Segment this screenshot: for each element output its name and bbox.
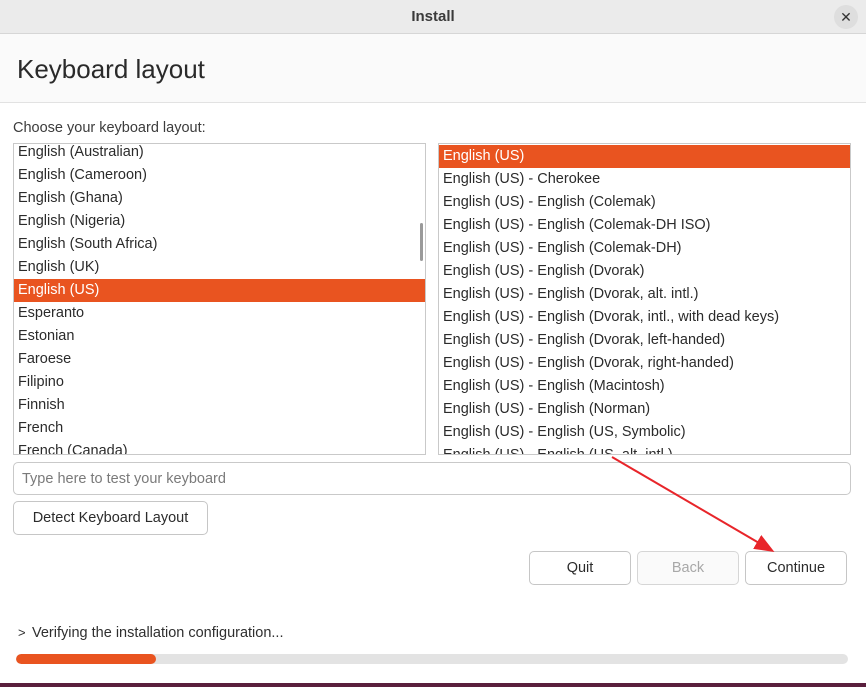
layout-list-item[interactable]: English (Cameroon) <box>14 164 425 187</box>
layout-list-item[interactable]: English (Ghana) <box>14 187 425 210</box>
page-title: Keyboard layout <box>17 54 205 84</box>
window-title: Install <box>411 8 455 25</box>
variant-list-item[interactable]: English (US) - English (Colemak-DH) <box>439 237 850 260</box>
status-text: Verifying the installation configuration… <box>32 625 284 641</box>
layout-list-item[interactable]: English (US) <box>14 279 425 302</box>
variant-list-item[interactable]: English (US) - English (Dvorak, left-han… <box>439 329 850 352</box>
quit-button[interactable]: Quit <box>529 551 631 585</box>
expand-chevron-icon[interactable]: > <box>18 625 32 640</box>
install-status[interactable]: > Verifying the installation configuratio… <box>18 625 283 641</box>
variant-list-item[interactable]: English (US) - English (US, alt. intl.) <box>439 444 850 454</box>
variant-list-item[interactable]: English (US) <box>439 145 850 168</box>
desktop-edge-strip <box>0 683 866 687</box>
variant-list-item[interactable]: English (US) - English (Macintosh) <box>439 375 850 398</box>
continue-button[interactable]: Continue <box>745 551 847 585</box>
page-header: Keyboard layout <box>0 34 866 103</box>
install-progress-fill <box>16 654 156 664</box>
layout-list-item[interactable]: Finnish <box>14 394 425 417</box>
layout-list-item[interactable]: English (South Africa) <box>14 233 425 256</box>
variant-list-item[interactable]: English (US) - English (Colemak) <box>439 191 850 214</box>
layout-list-item[interactable]: Filipino <box>14 371 425 394</box>
window-titlebar: Install ✕ <box>0 0 866 34</box>
layout-list-item[interactable]: English (Australian) <box>14 144 425 164</box>
variant-list-item[interactable]: English (US) - English (US, Symbolic) <box>439 421 850 444</box>
variant-list-item[interactable]: English (US) - English (Colemak-DH ISO) <box>439 214 850 237</box>
layout-list-scrollbar[interactable] <box>420 223 423 261</box>
layout-list-item[interactable]: English (UK) <box>14 256 425 279</box>
keyboard-variant-list[interactable]: English (US) English (US) - Cherokee Engli… <box>438 143 851 455</box>
variant-list-item[interactable]: English (US) - English (Norman) <box>439 398 850 421</box>
keyboard-test-input[interactable] <box>13 462 851 495</box>
variant-list-item[interactable]: English (US) - English (Dvorak, alt. int… <box>439 283 850 306</box>
layout-list-item[interactable]: Faroese <box>14 348 425 371</box>
layout-list-item[interactable]: Esperanto <box>14 302 425 325</box>
layout-list-item[interactable]: English (Nigeria) <box>14 210 425 233</box>
variant-list-item[interactable]: English (US) - English (Dvorak, right-ha… <box>439 352 850 375</box>
close-icon[interactable]: ✕ <box>834 5 858 29</box>
layout-list-item[interactable]: Estonian <box>14 325 425 348</box>
layout-list-item[interactable]: French <box>14 417 425 440</box>
keyboard-layout-list[interactable]: English (Australian) English (Cameroon) En… <box>13 143 426 455</box>
install-progress-bar <box>16 654 848 664</box>
detect-layout-button[interactable]: Detect Keyboard Layout <box>13 501 208 535</box>
back-button[interactable]: Back <box>637 551 739 585</box>
layout-prompt-label: Choose your keyboard layout: <box>13 120 206 136</box>
variant-list-item[interactable]: English (US) - English (Dvorak) <box>439 260 850 283</box>
layout-list-item[interactable]: French (Canada) <box>14 440 425 454</box>
variant-list-item[interactable]: English (US) - English (Dvorak, intl., w… <box>439 306 850 329</box>
variant-list-item[interactable]: English (US) - Cherokee <box>439 168 850 191</box>
